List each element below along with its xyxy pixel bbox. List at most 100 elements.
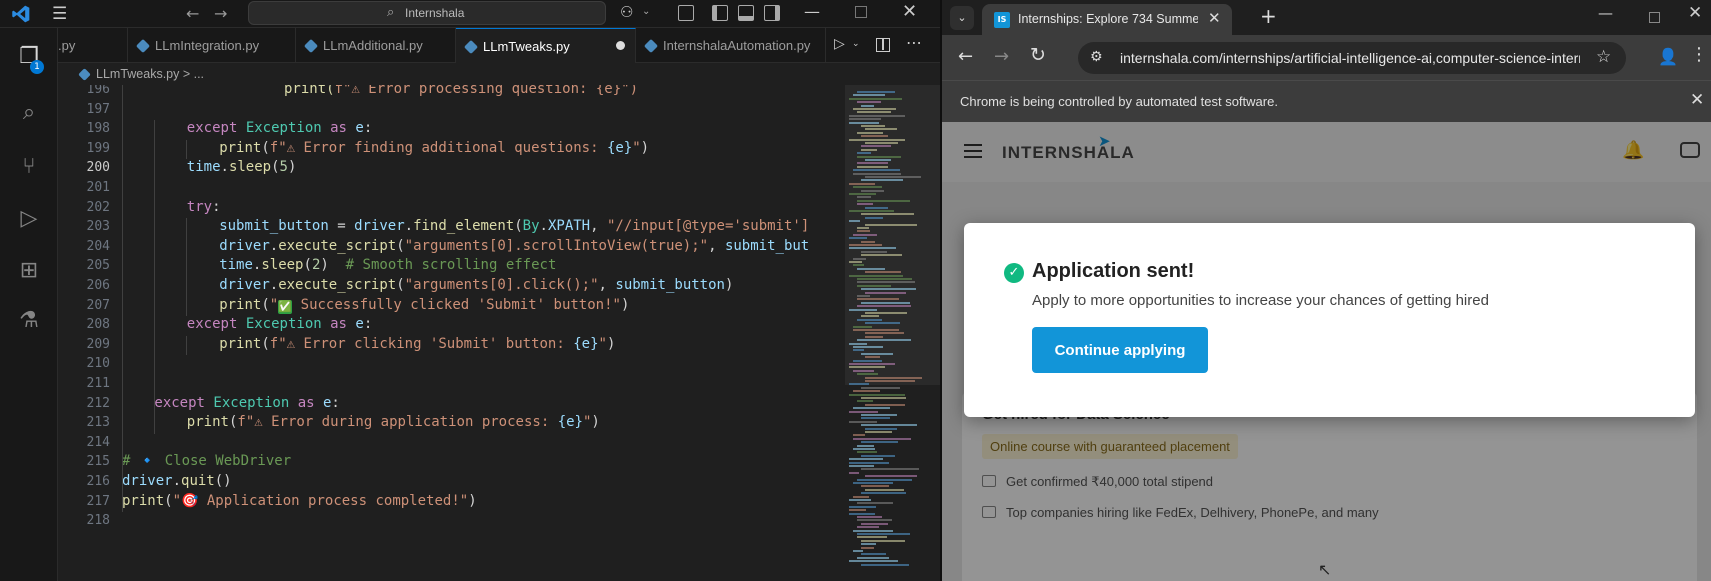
bookmark-star-icon[interactable]: ☆	[1596, 47, 1611, 67]
code-line[interactable]: driver.quit()	[122, 473, 232, 489]
breadcrumb[interactable]: LLmTweaks.py > ...	[58, 63, 940, 85]
line-number: 205	[86, 258, 110, 274]
close-tab-icon[interactable]: ✕	[1208, 9, 1221, 27]
maximize-icon[interactable]	[855, 6, 867, 18]
toggle-secondary-sidebar-icon[interactable]	[764, 5, 780, 21]
code-token: {e}	[573, 335, 599, 352]
unsaved-dot-icon[interactable]	[616, 41, 625, 50]
code-token: :	[363, 316, 373, 333]
code-line[interactable]: # 🔹 Close WebDriver	[122, 453, 291, 469]
line-number: 211	[86, 376, 110, 391]
code-token: .	[172, 473, 182, 489]
code-line[interactable]: submit_button = driver.find_element(By.X…	[219, 218, 809, 234]
line-number: 218	[86, 513, 110, 529]
code-token: submit_button	[615, 277, 725, 293]
site-info-icon[interactable]: ⚙	[1090, 49, 1103, 65]
code-line[interactable]: print("🎯 Application process completed!"…	[122, 493, 477, 509]
code-line[interactable]: try:	[187, 199, 221, 215]
tab-llmtweaks[interactable]: LLmTweaks.py	[456, 28, 636, 63]
run-icon[interactable]: ▷	[834, 36, 845, 52]
code-line[interactable]: driver.execute_script("arguments[0].clic…	[219, 277, 733, 293]
code-line[interactable]: time.sleep(2) # Smooth scrolling effect	[219, 257, 556, 273]
forward-arrow-icon[interactable]: →	[214, 4, 227, 23]
toggle-panel-icon[interactable]	[738, 5, 754, 21]
minimap-line	[853, 448, 875, 450]
tab-partial[interactable]: .py	[58, 28, 128, 63]
minimap-line	[849, 121, 879, 124]
code-token: print(	[284, 85, 335, 97]
code-line[interactable]: except Exception as e:	[187, 120, 372, 136]
code-line[interactable]: print(f"⚠ Error processing question: {e}…	[284, 85, 638, 97]
search-icon[interactable]: ⌕	[16, 100, 42, 126]
code-token: print	[186, 414, 229, 431]
close-icon[interactable]: ✕	[1688, 3, 1702, 23]
minimap-line	[861, 240, 875, 243]
code-line[interactable]: except Exception as e:	[187, 316, 372, 332]
copilot-icon[interactable]: ⚇	[620, 3, 633, 21]
split-editor-icon[interactable]	[876, 38, 890, 52]
menu-icon[interactable]: ☰	[52, 5, 72, 23]
minimap-line	[861, 189, 884, 192]
code-editor[interactable]: 196 print(f"⚠ Error processing question: …	[58, 85, 838, 581]
customize-layout-icon[interactable]	[678, 5, 694, 21]
address-bar[interactable]: ⚙ internshala.com/internships/artificial…	[1078, 42, 1626, 74]
code-line[interactable]: except Exception as e:	[154, 395, 339, 411]
python-file-icon	[463, 39, 479, 55]
back-arrow-icon[interactable]: ←	[186, 4, 199, 23]
back-arrow-icon[interactable]: ←	[958, 46, 973, 67]
browser-tab[interactable]: IS Internships: Explore 734 Summer Inter…	[982, 4, 1232, 35]
minimap-line	[853, 349, 864, 352]
reload-icon[interactable]: ↻	[1030, 44, 1046, 66]
tab-search-icon[interactable]: ⌄	[950, 6, 974, 30]
code-line[interactable]: driver.execute_script("arguments[0].scro…	[219, 238, 809, 254]
minimap-line	[849, 193, 876, 195]
code-line[interactable]: print(f"⚠ Error finding additional quest…	[219, 140, 649, 156]
toggle-primary-sidebar-icon[interactable]	[712, 5, 728, 21]
minimap-line	[849, 458, 883, 461]
application-sent-modal: ✓ Application sent! Apply to more opport…	[964, 223, 1695, 417]
code-token: (	[261, 296, 270, 313]
minimap-line	[861, 125, 885, 127]
close-infobar-icon[interactable]: ✕	[1690, 90, 1704, 110]
minimap-line	[849, 560, 898, 563]
web-page: INTERNSHALA ➤ 🔔 Get hired for Data Scien…	[942, 122, 1711, 581]
maximize-icon[interactable]	[1649, 12, 1660, 23]
chevron-down-icon[interactable]: ⌄	[852, 39, 860, 49]
more-icon[interactable]: ⋯	[906, 33, 922, 52]
new-tab-icon[interactable]: +	[1260, 4, 1277, 28]
modal-title: Application sent!	[1032, 260, 1195, 282]
search-icon: ⌕	[387, 5, 395, 20]
chrome-tabstrip: ⌄ IS Internships: Explore 734 Summer Int…	[942, 0, 1711, 35]
close-icon[interactable]: ✕	[902, 1, 917, 22]
minimize-icon[interactable]: —	[1598, 4, 1613, 22]
code-token: (	[396, 237, 405, 254]
code-token: ✅	[278, 299, 293, 314]
tab-internshalaautomation[interactable]: InternshalaAutomation.py	[636, 28, 826, 63]
continue-applying-button[interactable]: Continue applying	[1032, 327, 1208, 373]
code-token: (	[261, 335, 270, 352]
code-line[interactable]: print("✅ Successfully clicked 'Submit' b…	[219, 297, 629, 314]
code-line[interactable]: print(f"⚠ Error during application proce…	[187, 414, 600, 430]
extensions-icon[interactable]: ⊞	[16, 258, 42, 284]
tab-llmintegration[interactable]: LLmIntegration.py	[128, 28, 296, 63]
tab-llmadditional[interactable]: LLmAdditional.py	[296, 28, 456, 63]
minimize-icon[interactable]: —	[804, 2, 820, 21]
profile-icon[interactable]: 👤	[1658, 47, 1678, 66]
code-token: print	[219, 296, 262, 313]
source-control-icon[interactable]: ⑂	[16, 154, 42, 180]
forward-arrow-icon[interactable]: →	[994, 46, 1009, 67]
code-line[interactable]: time.sleep(5)	[187, 159, 297, 175]
run-debug-icon[interactable]: ▷	[16, 206, 42, 232]
line-number: 215	[86, 454, 110, 470]
chrome-window: ⌄ IS Internships: Explore 734 Summer Int…	[940, 0, 1711, 581]
testing-icon[interactable]: ⚗	[16, 308, 42, 334]
vscode-window: ☰ ← → ⌕ Internshala ⚇ ⌄ — ✕ ❐ 1 ⌕ ⑂ ▷ ⊞ …	[0, 0, 940, 581]
minimap-line	[865, 332, 904, 335]
command-center-search[interactable]: ⌕ Internshala	[248, 1, 606, 25]
minimap-line	[849, 114, 905, 117]
chevron-down-icon[interactable]: ⌄	[642, 6, 650, 17]
code-line[interactable]: print(f"⚠ Error clicking 'Submit' button…	[219, 336, 615, 352]
chrome-menu-icon[interactable]: ⋮	[1690, 44, 1708, 65]
code-token: submit_button	[219, 218, 329, 235]
minimap[interactable]	[845, 85, 940, 581]
